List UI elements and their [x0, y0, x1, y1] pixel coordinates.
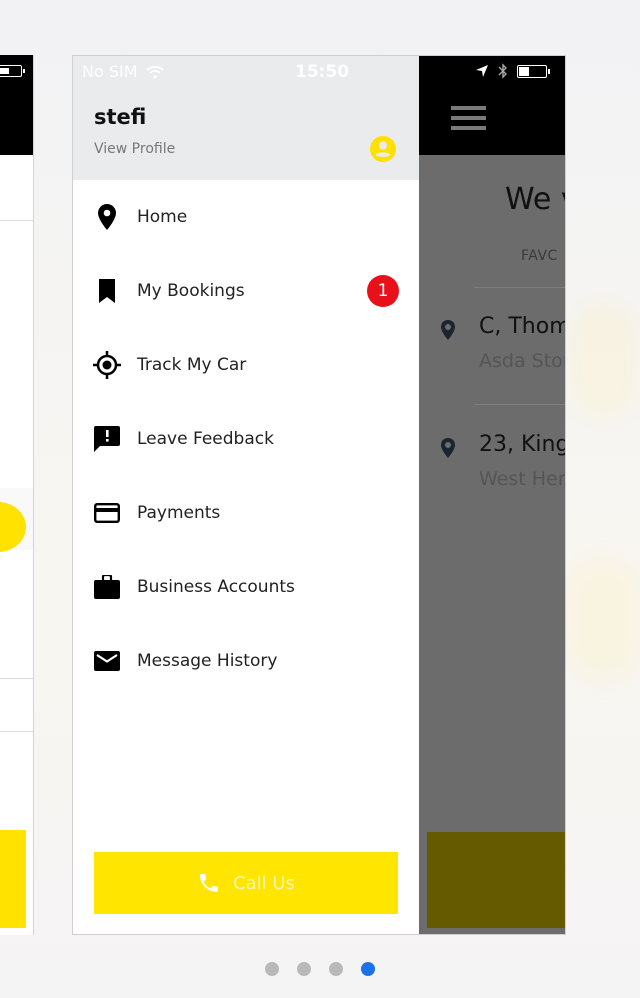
menu-item-leave-feedback[interactable]: Leave Feedback — [73, 402, 419, 476]
notification-badge: 1 — [367, 275, 399, 307]
page-dot-active[interactable] — [361, 962, 375, 976]
wifi-icon — [145, 65, 164, 79]
favourite-subtitle: Asda Stor — [479, 350, 566, 372]
gps-target-icon — [93, 351, 121, 379]
call-us-button[interactable]: Call Us — [94, 852, 398, 914]
call-us-label: Call Us — [233, 872, 295, 894]
divider — [474, 287, 565, 288]
briefcase-icon — [93, 573, 121, 601]
phone-icon — [200, 874, 219, 892]
menu-item-business-accounts[interactable]: Business Accounts — [73, 550, 419, 624]
page-dot[interactable] — [297, 962, 311, 976]
account-circle-icon[interactable] — [370, 136, 396, 162]
user-name: stefi — [94, 105, 147, 129]
menu-item-label: My Bookings — [137, 281, 245, 301]
clock: 15:50 — [295, 62, 350, 82]
view-profile-link[interactable]: View Profile — [94, 141, 175, 157]
menu-item-track-my-car[interactable]: Track My Car — [73, 328, 419, 402]
phone-screen: We v FAVC C, Thom Asda Stor 23, Kings We… — [72, 55, 566, 935]
prev-status-bar — [0, 55, 33, 155]
carrier-status: No SIM — [82, 62, 164, 81]
dimmed-action-button — [427, 832, 565, 928]
screen-title: We v — [505, 182, 565, 217]
drawer-header: No SIM 15:50 stefi View Profile — [73, 56, 419, 180]
location-pin-icon — [441, 438, 455, 458]
location-pin-icon — [93, 203, 121, 231]
menu-item-label: Payments — [137, 503, 221, 523]
favourite-address: C, Thom — [479, 314, 566, 339]
feedback-icon — [93, 425, 121, 453]
bluetooth-icon — [498, 63, 507, 79]
menu-item-my-bookings[interactable]: My Bookings 1 — [73, 254, 419, 328]
bookmark-icon — [93, 277, 121, 305]
page-dot[interactable] — [265, 962, 279, 976]
menu-item-label: Track My Car — [137, 355, 247, 375]
menu-item-message-history[interactable]: Message History — [73, 624, 419, 698]
carrier-label: No SIM — [82, 62, 138, 81]
divider — [0, 678, 33, 679]
menu-item-label: Business Accounts — [137, 577, 295, 597]
battery-icon — [517, 64, 550, 78]
menu-item-label: Leave Feedback — [137, 429, 274, 449]
divider — [0, 731, 33, 732]
underlying-app[interactable]: We v FAVC C, Thom Asda Stor 23, Kings We… — [419, 56, 566, 934]
navigation-drawer: No SIM 15:50 stefi View Profile Home My … — [73, 56, 419, 934]
page-dot[interactable] — [329, 962, 343, 976]
envelope-icon — [93, 647, 121, 675]
prev-yellow-button — [0, 830, 26, 928]
drawer-menu: Home My Bookings 1 Track My Car Leave Fe… — [73, 180, 419, 698]
hamburger-menu-icon[interactable] — [451, 106, 486, 130]
favourite-subtitle: West Her — [479, 468, 566, 490]
credit-card-icon — [93, 499, 121, 527]
menu-item-label: Home — [137, 207, 188, 227]
status-bar — [419, 56, 565, 155]
location-pin-icon — [441, 320, 455, 340]
background-glow — [566, 560, 640, 680]
menu-item-home[interactable]: Home — [73, 180, 419, 254]
location-arrow-icon — [476, 65, 488, 77]
pagination-dots — [265, 962, 375, 976]
menu-item-payments[interactable]: Payments — [73, 476, 419, 550]
favourite-address: 23, Kings — [479, 432, 565, 457]
divider — [474, 404, 565, 405]
menu-item-label: Message History — [137, 651, 278, 671]
tab-favourites[interactable]: FAVC — [521, 248, 558, 264]
background-glow — [566, 300, 640, 420]
divider — [0, 220, 33, 221]
previous-screen-preview[interactable] — [0, 55, 34, 935]
battery-icon — [0, 65, 25, 77]
